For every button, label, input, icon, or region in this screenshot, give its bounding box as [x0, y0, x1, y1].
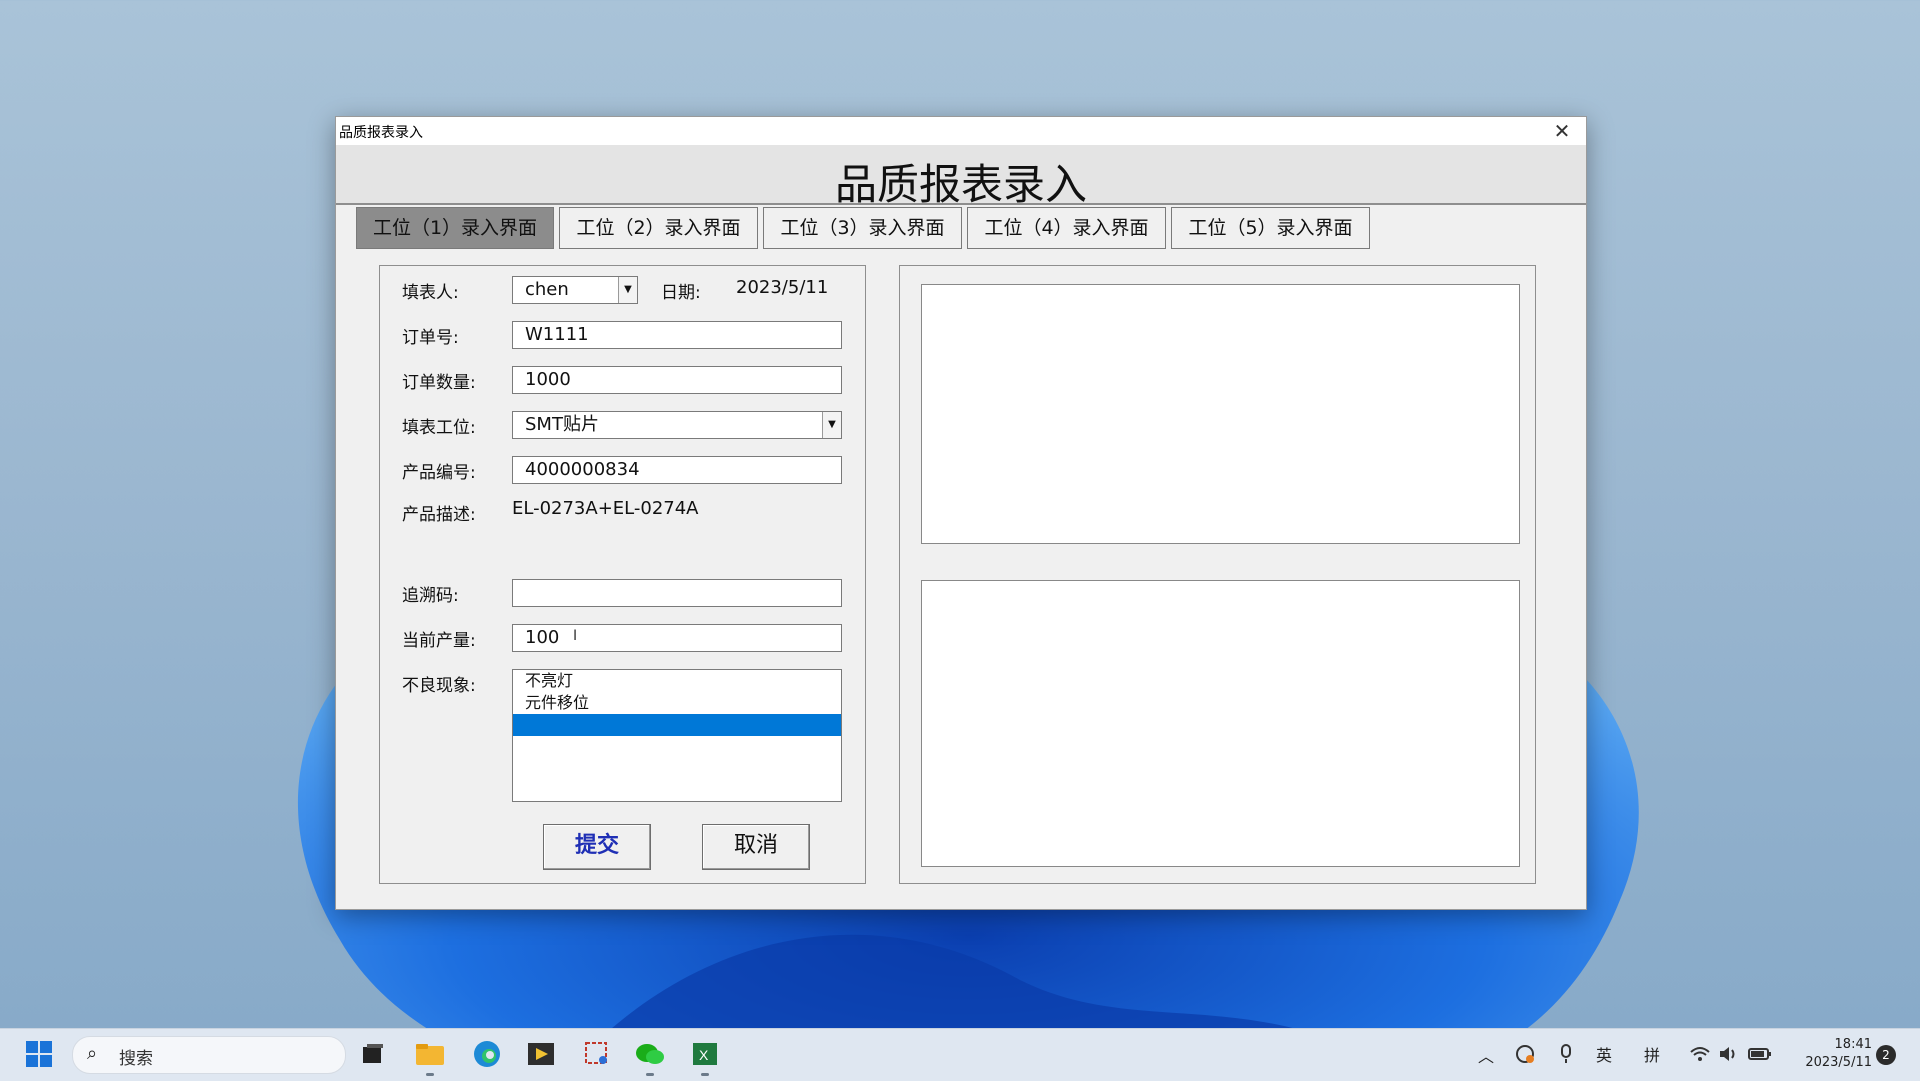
- microphone-icon[interactable]: [1551, 1039, 1581, 1069]
- search-icon: ⌕: [87, 1043, 98, 1064]
- form-panel: 填表人: chen ▼ 日期: 2023/5/11 订单号: W1111 订单数…: [379, 265, 866, 884]
- windows-start-icon[interactable]: [24, 1039, 54, 1069]
- order-qty-label: 订单数量:: [402, 373, 476, 393]
- filler-select[interactable]: chen ▼: [512, 276, 638, 304]
- wifi-icon[interactable]: [1685, 1039, 1715, 1069]
- tab-station-4[interactable]: 工位（4）录入界面: [967, 207, 1166, 249]
- date-label: 日期:: [661, 283, 701, 303]
- defect-label: 不良现象:: [402, 676, 476, 696]
- image-preview-bottom: [921, 580, 1520, 867]
- image-preview-top: [921, 284, 1520, 544]
- notification-badge[interactable]: 2: [1876, 1045, 1896, 1065]
- header-band: 品质报表录入: [336, 145, 1586, 209]
- list-item-selected[interactable]: [513, 714, 841, 736]
- tab-station-1[interactable]: 工位（1）录入界面: [356, 207, 554, 249]
- clock-date: 2023/5/11: [1805, 1055, 1872, 1070]
- product-no-label: 产品编号:: [402, 463, 476, 483]
- running-indicator: [646, 1073, 654, 1076]
- excel-icon[interactable]: X: [690, 1039, 720, 1069]
- battery-icon[interactable]: [1745, 1039, 1775, 1069]
- date-value: 2023/5/11: [736, 277, 829, 298]
- trace-code-input[interactable]: [512, 579, 842, 607]
- edge-browser-icon[interactable]: [472, 1039, 502, 1069]
- image-panel: [899, 265, 1536, 884]
- tab-station-2[interactable]: 工位（2）录入界面: [559, 207, 758, 249]
- current-qty-label: 当前产量:: [402, 631, 476, 651]
- running-indicator: [426, 1073, 434, 1076]
- list-item[interactable]: 元件移位: [513, 692, 841, 714]
- running-indicator: [701, 1073, 709, 1076]
- tab-station-5[interactable]: 工位（5）录入界面: [1171, 207, 1370, 249]
- ime-mode-indicator[interactable]: 拼: [1644, 1042, 1660, 1066]
- trace-label: 追溯码:: [402, 586, 459, 606]
- wechat-icon[interactable]: [635, 1039, 665, 1069]
- chevron-down-icon[interactable]: ▼: [822, 412, 841, 438]
- submit-button[interactable]: 提交: [543, 824, 651, 870]
- cancel-button[interactable]: 取消: [702, 824, 810, 870]
- text-cursor-icon: I: [573, 628, 578, 644]
- sync-icon[interactable]: [1510, 1039, 1540, 1069]
- filler-label: 填表人:: [402, 283, 459, 303]
- chevron-down-icon[interactable]: ▼: [618, 277, 637, 303]
- media-app-icon[interactable]: [526, 1039, 556, 1069]
- taskbar-search[interactable]: ⌕ 搜索: [72, 1036, 346, 1074]
- tab-station-3[interactable]: 工位（3）录入界面: [763, 207, 962, 249]
- taskbar-clock[interactable]: 18:41 2023/5/11: [1782, 1036, 1872, 1072]
- task-view-icon[interactable]: [358, 1039, 388, 1069]
- order-qty-input[interactable]: 1000: [512, 366, 842, 394]
- svg-text:X: X: [699, 1047, 709, 1063]
- title-bar: 品质报表录入 ✕: [336, 117, 1586, 145]
- search-placeholder: 搜索: [119, 1049, 153, 1069]
- filler-value: chen: [525, 279, 569, 300]
- window-title: 品质报表录入: [339, 125, 423, 141]
- station-value: SMT贴片: [525, 414, 599, 435]
- product-no-input[interactable]: 4000000834: [512, 456, 842, 484]
- clock-time: 18:41: [1834, 1037, 1872, 1052]
- order-no-label: 订单号:: [402, 328, 459, 348]
- product-desc-value: EL-0273A+EL-0274A: [512, 498, 699, 519]
- station-label: 填表工位:: [402, 418, 476, 438]
- list-item[interactable]: 不亮灯: [513, 670, 841, 692]
- current-qty-input[interactable]: 100: [512, 624, 842, 652]
- file-explorer-icon[interactable]: [415, 1039, 445, 1069]
- ime-language-indicator[interactable]: 英: [1596, 1042, 1612, 1066]
- close-icon[interactable]: ✕: [1546, 117, 1578, 145]
- order-no-input[interactable]: W1111: [512, 321, 842, 349]
- quality-report-dialog: 品质报表录入 ✕ 品质报表录入 工位（1）录入界面 工位（2）录入界面 工位（3…: [335, 116, 1587, 910]
- snipping-tool-icon[interactable]: [582, 1039, 612, 1069]
- tray-chevron-icon[interactable]: ︿: [1478, 1043, 1494, 1067]
- taskbar: ⌕ 搜索 X ︿ 英 拼 18:41 2023/5/11 2: [0, 1028, 1920, 1081]
- volume-icon[interactable]: [1714, 1039, 1744, 1069]
- page-title: 品质报表录入: [834, 160, 1087, 209]
- product-desc-label: 产品描述:: [402, 505, 476, 525]
- station-select[interactable]: SMT贴片 ▼: [512, 411, 842, 439]
- defect-listbox[interactable]: 不亮灯 元件移位: [512, 669, 842, 802]
